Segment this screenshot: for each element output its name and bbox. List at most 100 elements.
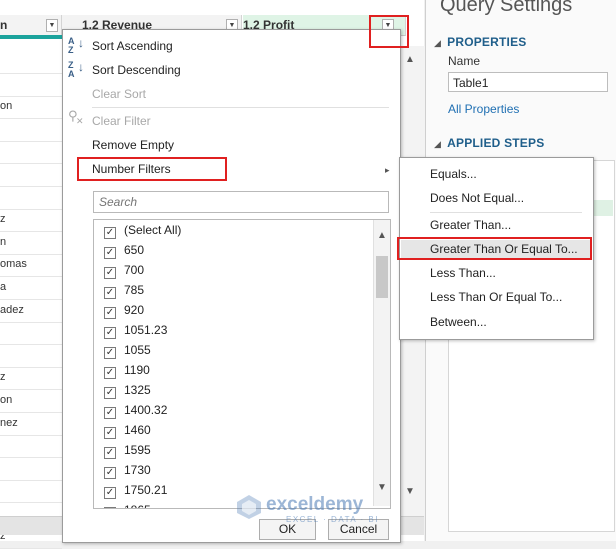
applied-steps-section-header[interactable]: ◢ APPLIED STEPS [434, 136, 544, 150]
checkbox[interactable]: ✓ [104, 247, 116, 259]
filter-value-label: 920 [124, 303, 145, 317]
scroll-down-icon[interactable]: ▼ [376, 482, 388, 493]
filter-value-label: 650 [124, 243, 145, 257]
less-than-item[interactable]: Less Than... [430, 266, 496, 280]
table-cell[interactable] [0, 344, 62, 368]
menu-separator [430, 212, 582, 213]
filter-value-item[interactable]: ✓ 785 [104, 280, 144, 300]
value-list-scrollbar[interactable]: ▲ ▼ [373, 220, 390, 506]
scrollbar-thumb[interactable] [376, 256, 388, 298]
checkbox[interactable]: ✓ [104, 267, 116, 279]
filter-value-label: 700 [124, 263, 145, 277]
less-than-or-equal-item[interactable]: Less Than Or Equal To... [430, 290, 562, 304]
table-cell[interactable] [0, 186, 62, 210]
filter-value-item[interactable]: ✓ 1460 [104, 420, 151, 440]
checkbox[interactable]: ✓ [104, 387, 116, 399]
filter-value-label: 1730 [124, 463, 151, 477]
checkbox[interactable]: ✓ [104, 307, 116, 319]
checkbox[interactable]: ✓ [104, 227, 116, 239]
table-cell[interactable]: z [0, 208, 62, 233]
annotation-greater-than-or-equal [397, 237, 592, 260]
properties-section-header[interactable]: ◢ PROPERTIES [434, 35, 526, 49]
submenu-arrow-icon: ▸ [385, 165, 390, 175]
filter-value-item[interactable]: ✓ 1595 [104, 440, 151, 460]
checkbox[interactable]: ✓ [104, 347, 116, 359]
applied-steps-heading: APPLIED STEPS [447, 136, 545, 150]
table-cell[interactable] [0, 434, 62, 459]
table-cell[interactable] [0, 163, 62, 187]
scroll-down-icon[interactable]: ▼ [405, 486, 415, 497]
filter-value-item[interactable]: ✓ 1190 [104, 360, 150, 380]
column-filter-menu: A Z ↓ Sort Ascending Z A ↓ Sort Descending C… [62, 29, 401, 543]
checkbox[interactable]: ✓ [104, 367, 116, 379]
collapse-triangle-icon[interactable]: ◢ [434, 38, 441, 48]
table-cell[interactable]: a [0, 276, 62, 300]
filter-value-item[interactable]: ✓ 1325 [104, 380, 151, 400]
table-cell[interactable] [0, 118, 62, 142]
checkbox[interactable]: ✓ [104, 407, 116, 419]
checkbox[interactable]: ✓ [104, 487, 116, 499]
collapse-triangle-icon[interactable]: ◢ [434, 139, 441, 149]
table-cell[interactable]: on [0, 95, 62, 120]
equals-item[interactable]: Equals... [430, 167, 477, 181]
watermark-name: exceldemy [266, 494, 364, 515]
clear-filter-item[interactable]: Clear Filter [92, 114, 151, 128]
checkbox[interactable]: ✓ [104, 427, 116, 439]
menu-separator [92, 107, 389, 108]
properties-heading: PROPERTIES [447, 35, 527, 49]
table-cell[interactable]: adez [0, 299, 62, 323]
all-properties-link[interactable]: All Properties [448, 102, 519, 116]
checkbox[interactable]: ✓ [104, 287, 116, 299]
column-quality-bar [0, 35, 62, 39]
table-cell[interactable]: n [0, 231, 62, 255]
scroll-up-icon[interactable]: ▲ [376, 230, 388, 241]
filter-value-item[interactable]: ✓ 650 [104, 240, 144, 260]
table-cell[interactable]: omas [0, 253, 62, 278]
filter-value-label: 1460 [124, 423, 151, 437]
filter-value-label: (Select All) [124, 223, 182, 237]
sort-ascending-icon: A Z ↓ [68, 36, 84, 55]
filter-value-item[interactable]: ✓ 1865 [104, 500, 151, 508]
table-cell[interactable]: on [0, 389, 62, 413]
query-name-input[interactable]: Table1 [448, 72, 608, 92]
filter-value-item[interactable]: ✓ 1055 [104, 340, 151, 360]
name-label: Name [448, 54, 481, 68]
checkbox[interactable]: ✓ [104, 447, 116, 459]
sort-descending-item[interactable]: Sort Descending [92, 63, 181, 77]
filter-value-item[interactable]: ✓ 1730 [104, 460, 151, 480]
sort-ascending-item[interactable]: Sort Ascending [92, 39, 173, 53]
column-filter-dropdown-icon[interactable]: ▼ [46, 19, 58, 32]
scroll-up-icon[interactable]: ▲ [405, 54, 415, 65]
filter-value-label: 1595 [124, 443, 151, 457]
checkbox[interactable]: ✓ [104, 467, 116, 479]
filter-value-label: 1400.32 [124, 403, 168, 417]
table-cell[interactable] [0, 73, 62, 97]
table-cell[interactable]: nez [0, 412, 62, 436]
filter-value-item[interactable]: ✓ (Select All) [104, 220, 181, 240]
checkbox[interactable]: ✓ [104, 327, 116, 339]
filter-value-item[interactable]: ✓ 920 [104, 300, 144, 320]
filter-value-item[interactable]: ✓ 1400.32 [104, 400, 167, 420]
table-cell[interactable] [0, 479, 62, 504]
filter-value-item[interactable]: ✓ 1051.23 [104, 320, 167, 340]
clear-sort-item[interactable]: Clear Sort [92, 87, 146, 101]
table-cell[interactable] [0, 321, 62, 346]
table-cell[interactable] [0, 140, 62, 165]
between-item[interactable]: Between... [430, 315, 487, 329]
table-cell[interactable] [0, 457, 62, 481]
filter-value-item[interactable]: ✓ 700 [104, 260, 144, 280]
filter-value-label: 1750.21 [124, 483, 168, 497]
remove-empty-item[interactable]: Remove Empty [92, 138, 174, 152]
greater-than-item[interactable]: Greater Than... [430, 218, 511, 232]
filter-value-list[interactable]: ✓ (Select All) ✓ 650 ✓ 700 ✓ 785 ✓ 920 ✓ 1051.23 ✓ 10… [93, 219, 391, 509]
does-not-equal-item[interactable]: Does Not Equal... [430, 191, 524, 205]
clear-filter-icon: ⚲ ✕ [68, 108, 84, 126]
table-cell[interactable]: z [0, 366, 62, 391]
column-header-name[interactable]: n ▼ [0, 15, 62, 36]
filter-value-item[interactable]: ✓ 1750.21 [104, 480, 167, 500]
table-cell[interactable] [0, 50, 62, 74]
checkbox[interactable]: ✓ [104, 507, 116, 508]
sort-descending-icon: Z A ↓ [68, 60, 84, 79]
filter-search-input[interactable] [93, 191, 389, 213]
exceldemy-logo-icon [237, 495, 261, 519]
